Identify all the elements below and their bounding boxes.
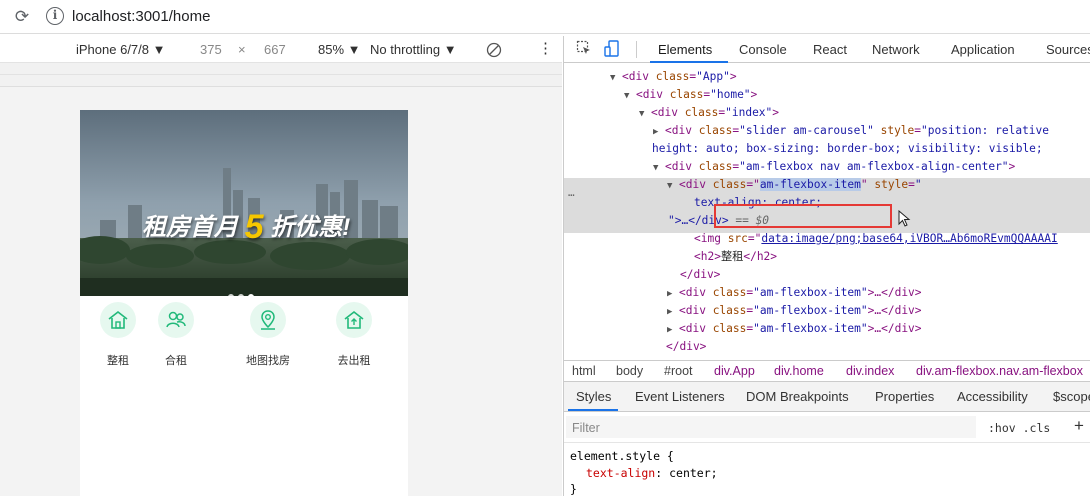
reload-icon[interactable]: ⟳ bbox=[12, 7, 32, 27]
nav-label: 整租 bbox=[107, 355, 129, 367]
zoom-select[interactable]: 85% ▼ bbox=[318, 42, 361, 57]
url-field[interactable]: localhost:3001/home bbox=[72, 8, 210, 25]
tab-dom-breakpoints[interactable]: DOM Breakpoints bbox=[746, 389, 849, 404]
dom-node-img[interactable]: <img src="data:image/png;base64,iVBOR…Ab… bbox=[694, 230, 1058, 248]
dom-node-home[interactable]: ▼ <div class="home"> bbox=[624, 86, 757, 104]
tab-network[interactable]: Network bbox=[872, 42, 920, 57]
active-tab-indicator bbox=[568, 409, 618, 411]
banner-text-a: 租房首月 bbox=[142, 214, 238, 241]
style-rules: element.style { text-align: center; } bbox=[564, 444, 1090, 496]
filter-placeholder: Filter bbox=[572, 421, 600, 435]
hov-cls-toggles[interactable]: :hov .cls bbox=[988, 421, 1050, 435]
tab-application[interactable]: Application bbox=[951, 42, 1015, 57]
dom-tree: … ▼ <div class="App"> ▼ <div class="home">… bbox=[564, 64, 1090, 360]
carousel-dot-active[interactable] bbox=[248, 294, 254, 296]
device-select[interactable]: iPhone 6/7/8 ▼ bbox=[76, 42, 165, 57]
map-pin-icon bbox=[250, 302, 286, 338]
carousel-dot[interactable] bbox=[238, 294, 244, 296]
nav-item-whole-rent[interactable]: 整租 bbox=[88, 302, 148, 368]
breadcrumb-home[interactable]: div.home bbox=[774, 364, 824, 378]
dom-node-slider[interactable]: ▶ <div class="slider am-carousel" style="… bbox=[653, 122, 1049, 140]
tab-console[interactable]: Console bbox=[739, 42, 787, 57]
tab-scope[interactable]: $scope bbox=[1053, 389, 1090, 404]
dimension-separator: × bbox=[238, 42, 246, 57]
breadcrumb-flexbox[interactable]: div.am-flexbox.nav.am-flexbox bbox=[916, 364, 1083, 378]
active-tab-indicator bbox=[650, 61, 728, 63]
breadcrumb-index[interactable]: div.index bbox=[846, 364, 894, 378]
rotate-icon[interactable] bbox=[486, 42, 502, 61]
tab-accessibility[interactable]: Accessibility bbox=[957, 389, 1028, 404]
address-bar: ⟳ i localhost:3001/home bbox=[0, 0, 1090, 34]
dom-node-nav-close: </div> bbox=[666, 340, 707, 353]
carousel-banner[interactable]: 租房首月 5 折优惠! bbox=[80, 110, 408, 296]
device-width-input[interactable]: 375 bbox=[200, 42, 222, 57]
mouse-cursor-icon bbox=[898, 209, 912, 234]
rule-selector: element.style { bbox=[570, 449, 674, 463]
breadcrumb-app[interactable]: div.App bbox=[714, 364, 755, 378]
nav-item-map-search[interactable]: 地图找房 bbox=[238, 302, 298, 368]
annotation-highlight-box bbox=[714, 204, 892, 228]
carousel-dot[interactable] bbox=[228, 294, 234, 296]
styles-tab-bar: Styles Event Listeners DOM Breakpoints P… bbox=[564, 382, 1090, 412]
dom-node-flexbox-item[interactable]: ▶ <div class="am-flexbox-item">…</div> bbox=[667, 320, 922, 338]
dom-node-h2[interactable]: <h2>整租</h2> bbox=[694, 248, 777, 266]
dom-node-div-close: </div> bbox=[680, 268, 721, 281]
node-ellipsis[interactable]: … bbox=[568, 184, 575, 202]
breadcrumb-body[interactable]: body bbox=[616, 364, 643, 378]
phone-viewport: 租房首月 5 折优惠! 整租 合租 地图找房 去出租 bbox=[80, 110, 408, 496]
nav-item-shared-rent[interactable]: 合租 bbox=[146, 302, 206, 368]
tab-react[interactable]: React bbox=[813, 42, 847, 57]
breadcrumb-html[interactable]: html bbox=[572, 364, 596, 378]
breadcrumb-root[interactable]: #root bbox=[664, 364, 693, 378]
dom-node-flexbox-item[interactable]: ▶ <div class="am-flexbox-item">…</div> bbox=[667, 302, 922, 320]
dom-node-slider-style: height: auto; box-sizing: border-box; vi… bbox=[652, 142, 1043, 155]
tab-elements[interactable]: Elements bbox=[658, 42, 712, 57]
people-icon bbox=[158, 302, 194, 338]
info-icon[interactable]: i bbox=[46, 7, 64, 25]
dom-node-flexbox-item[interactable]: ▶ <div class="am-flexbox-item">…</div> bbox=[667, 284, 922, 302]
dom-node-flexbox-nav[interactable]: ▼ <div class="am-flexbox nav am-flexbox-a… bbox=[653, 158, 1015, 176]
styles-filter-bar: Filter :hov .cls + bbox=[564, 413, 1090, 443]
banner-image bbox=[80, 110, 408, 296]
tab-sources[interactable]: Sources bbox=[1046, 42, 1090, 57]
carousel-dots bbox=[228, 287, 258, 296]
banner-headline: 租房首月 5 折优惠! bbox=[142, 207, 350, 247]
tab-event-listeners[interactable]: Event Listeners bbox=[635, 389, 725, 404]
more-options-icon[interactable]: ⋮ bbox=[538, 39, 553, 57]
device-toggle-icon[interactable] bbox=[604, 40, 620, 61]
house-upload-icon bbox=[336, 302, 372, 338]
rule-declaration[interactable]: text-align: center; bbox=[570, 465, 1085, 482]
dom-node-index[interactable]: ▼ <div class="index"> bbox=[639, 104, 779, 122]
rule-close: } bbox=[570, 482, 577, 496]
device-height-input[interactable]: 667 bbox=[264, 42, 286, 57]
banner-text-number: 5 bbox=[244, 208, 264, 246]
nav-label: 去出租 bbox=[337, 355, 371, 367]
throttling-select[interactable]: No throttling ▼ bbox=[370, 42, 457, 57]
add-rule-icon[interactable]: + bbox=[1074, 416, 1084, 436]
dom-node-flexbox-item-selected[interactable]: ▼ <div class="am-flexbox-item" style=" bbox=[667, 176, 922, 194]
house-icon bbox=[100, 302, 136, 338]
styles-filter-input[interactable] bbox=[566, 416, 976, 438]
nav-item-rent-out[interactable]: 去出租 bbox=[324, 302, 384, 368]
ruler bbox=[0, 63, 562, 87]
device-toolbar: iPhone 6/7/8 ▼ 375 × 667 85% ▼ No thrott… bbox=[0, 36, 562, 63]
tab-properties[interactable]: Properties bbox=[875, 389, 934, 404]
inspect-element-icon[interactable] bbox=[576, 40, 592, 59]
breadcrumb: html body #root div.App div.home div.ind… bbox=[564, 360, 1090, 382]
tab-styles[interactable]: Styles bbox=[576, 389, 611, 404]
nav-label: 地图找房 bbox=[246, 355, 290, 367]
devtools-tab-bar: Elements Console React Network Applicati… bbox=[564, 36, 1090, 63]
dom-node-app[interactable]: ▼ <div class="App"> bbox=[610, 68, 737, 86]
toolbar-divider bbox=[636, 41, 637, 58]
devtools-panel: Elements Console React Network Applicati… bbox=[563, 36, 1090, 496]
nav-label: 合租 bbox=[165, 355, 187, 367]
banner-text-b: 折优惠! bbox=[270, 214, 351, 241]
